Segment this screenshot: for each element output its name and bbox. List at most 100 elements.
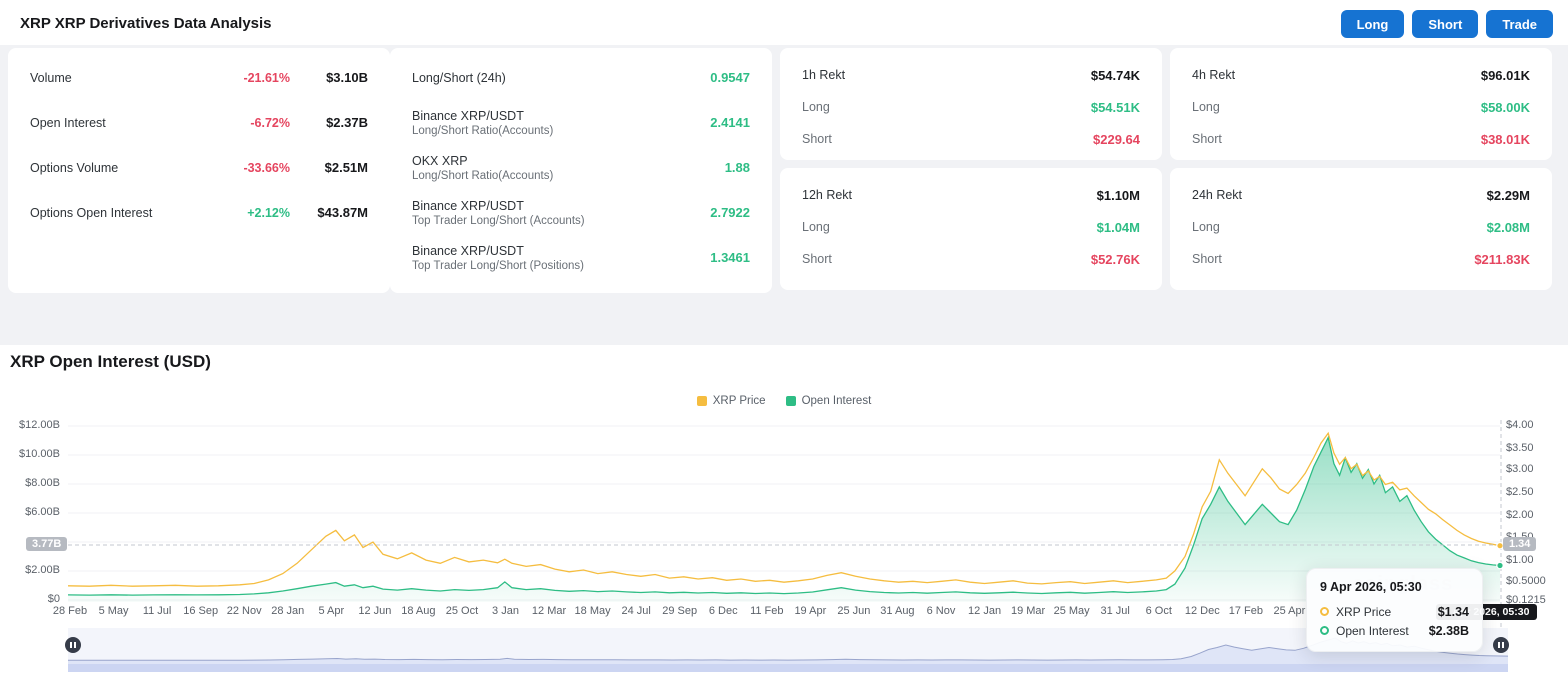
y-tick-left: $12.00B (19, 419, 60, 431)
ratio-label-main: Binance XRP/USDT (412, 108, 524, 123)
rekt-long-row: Long $2.08M (1170, 211, 1552, 243)
ratio-label: Binance XRP/USDT Long/Short Ratio(Account… (412, 108, 553, 138)
stats-section: Volume -21.61% $3.10B Open Interest -6.72% $2… (0, 45, 1568, 382)
ratio-label-main: Binance XRP/USDT (412, 198, 524, 213)
stat-change: -21.61% (243, 70, 290, 85)
stat-value: $43.87M (317, 205, 368, 220)
open-interest-end-marker (1496, 561, 1504, 570)
rekt-total-row: 12h Rekt $1.10M (780, 179, 1162, 211)
rekt-short-label: Short (802, 252, 832, 266)
rekt-short-row: Short $52.76K (780, 243, 1162, 275)
rekt-long-label: Long (1192, 220, 1220, 234)
tooltip-series-name: Open Interest (1336, 623, 1409, 638)
ratio-label-sub: Top Trader Long/Short (Accounts) (412, 214, 585, 227)
rekt-short-value: $229.64 (1093, 131, 1140, 147)
rekt-short-label: Short (802, 132, 832, 146)
y-tick-right: $2.00 (1506, 509, 1534, 521)
y-tick-left: $2.00B (25, 564, 60, 576)
ratio-label-sub: Top Trader Long/Short (Positions) (412, 259, 584, 272)
ratio-row: Binance XRP/USDT Top Trader Long/Short (A… (390, 190, 772, 235)
header: XRP XRP Derivatives Data Analysis Long Sh… (0, 0, 1568, 45)
rekt-card: 12h Rekt $1.10M Long $1.04M Short $52.76K (780, 168, 1162, 290)
rekt-total-row: 4h Rekt $96.01K (1170, 59, 1552, 91)
rekt-long-value: $54.51K (1090, 99, 1140, 115)
stat-label: Options Volume (30, 160, 119, 175)
chart-area[interactable]: $12.00B $10.00B $8.00B $6.00B $2.00B $0 $4.00… (0, 345, 1568, 682)
stat-value: $2.51M (324, 160, 368, 175)
ratio-value: 0.9547 (710, 70, 750, 85)
rekt-total-row: 24h Rekt $2.29M (1170, 179, 1552, 211)
chart-panel: XRP Open Interest (USD) XRP Price Open In… (0, 345, 1568, 682)
tooltip-row: XRP Price $1.34 (1320, 602, 1469, 621)
stat-row: Options Volume -33.66% $2.51M (8, 145, 390, 190)
rekt-long-row: Long $1.04M (780, 211, 1162, 243)
rekt-long-value: $1.04M (1096, 219, 1140, 235)
ratio-label-sub: Long/Short Ratio(Accounts) (412, 124, 554, 137)
app-root: XRP XRP Derivatives Data Analysis Long Sh… (0, 0, 1568, 682)
rekt-title: 12h Rekt (802, 188, 853, 202)
rekt-long-row: Long $54.51K (780, 91, 1162, 123)
y-tick-right: $3.50 (1506, 442, 1534, 454)
ratio-row: OKX XRP Long/Short Ratio(Accounts) 1.88 (390, 145, 772, 190)
long-button[interactable]: Long (1340, 10, 1405, 38)
crosshair-right-badge: 1.34 (1503, 537, 1537, 551)
rekt-total-value: $96.01K (1480, 67, 1530, 83)
page-title: XRP XRP Derivatives Data Analysis (20, 15, 272, 32)
navigator-left-handle[interactable] (65, 637, 81, 653)
tooltip-series-value: $2.38B (1428, 623, 1469, 638)
derivatives-stats-card: Volume -21.61% $3.10B Open Interest -6.72% $2… (8, 48, 390, 293)
y-tick-left: $8.00B (25, 477, 60, 489)
rekt-short-value: $211.83K (1474, 251, 1530, 267)
ratio-label: Binance XRP/USDT Top Trader Long/Short (A… (412, 198, 585, 228)
ratio-value: 2.4141 (710, 115, 750, 130)
rekt-total-value: $2.29M (1486, 187, 1530, 203)
ratio-value: 1.3461 (710, 250, 750, 265)
rekt-total-row: 1h Rekt $54.74K (780, 59, 1162, 91)
y-tick-left: $10.00B (19, 448, 60, 460)
stat-row: Options Open Interest +2.12% $43.87M (8, 190, 390, 235)
ratio-label: Long/Short (24h) (412, 70, 506, 86)
ratio-label: OKX XRP Long/Short Ratio(Accounts) (412, 153, 553, 183)
long-short-ratio-card: Long/Short (24h) 0.9547 Binance XRP/USDT Lo… (390, 48, 772, 293)
stat-label: Volume (30, 70, 72, 85)
navigator-scrollbar (68, 664, 1508, 672)
ratio-label: Binance XRP/USDT Top Trader Long/Short (P… (412, 243, 584, 273)
tooltip-rows: XRP Price $1.34 Open Interest $2.38B (1320, 602, 1469, 640)
y-tick-left: $0 (47, 593, 60, 605)
trade-button[interactable]: Trade (1486, 10, 1553, 38)
ratio-row: Binance XRP/USDT Long/Short Ratio(Account… (390, 100, 772, 145)
tooltip-title: 9 Apr 2026, 05:30 (1320, 580, 1422, 594)
stat-label: Open Interest (30, 115, 106, 130)
stat-change: -33.66% (243, 160, 290, 175)
y-tick-right: $1.00 (1506, 554, 1534, 566)
ratio-label-main: OKX XRP (412, 153, 468, 168)
stat-row: Open Interest -6.72% $2.37B (8, 100, 390, 145)
ratio-row: Binance XRP/USDT Top Trader Long/Short (P… (390, 235, 772, 280)
rekt-title: 24h Rekt (1192, 188, 1243, 202)
rekt-title: 1h Rekt (802, 68, 846, 82)
y-tick-left: $6.00B (25, 506, 60, 518)
ratio-label-sub: Long/Short Ratio(Accounts) (412, 169, 554, 182)
y-tick-right: $0.5000 (1506, 575, 1546, 587)
rekt-short-label: Short (1192, 132, 1222, 146)
rekt-long-label: Long (802, 100, 830, 114)
rekt-title: 4h Rekt (1192, 68, 1236, 82)
crosshair-left-badge: 3.77B (26, 537, 68, 551)
chart-tooltip: 9 Apr 2026, 05:30 XRP Price $1.34 Open Int… (1306, 568, 1483, 652)
short-button[interactable]: Short (1412, 10, 1479, 38)
rekt-card: 1h Rekt $54.74K Long $54.51K Short $229.64 (780, 48, 1162, 160)
open-interest-area (68, 437, 1500, 602)
ratio-label-main: Long/Short (24h) (412, 70, 506, 85)
rekt-card: 4h Rekt $96.01K Long $58.00K Short $38.01K (1170, 48, 1552, 160)
header-buttons: Long Short Trade (1340, 10, 1553, 38)
tooltip-series-value: $1.34 (1437, 604, 1469, 619)
stat-value: $3.10B (326, 70, 368, 85)
rekt-short-row: Short $211.83K (1170, 243, 1552, 275)
navigator-right-handle[interactable] (1493, 637, 1509, 653)
rekt-short-row: Short $38.01K (1170, 123, 1552, 155)
ratio-value: 1.88 (724, 160, 750, 175)
rekt-total-value: $1.10M (1096, 187, 1140, 203)
rekt-card: 24h Rekt $2.29M Long $2.08M Short $211.83K (1170, 168, 1552, 290)
stat-change: +2.12% (247, 205, 290, 220)
y-tick-right: $2.50 (1506, 486, 1534, 498)
